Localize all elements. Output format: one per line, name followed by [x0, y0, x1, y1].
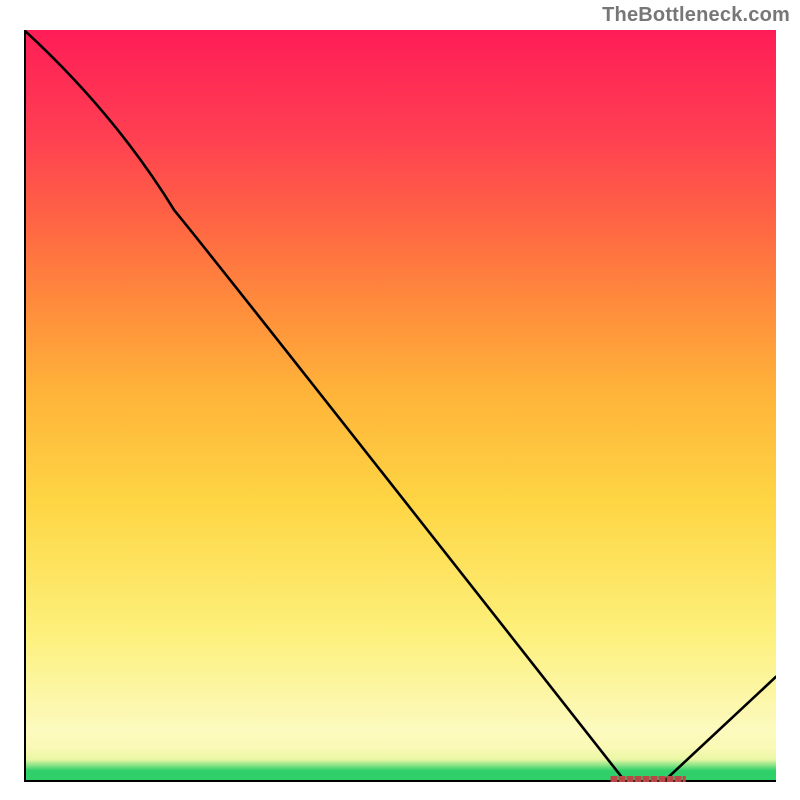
- plot-gradient-background: [24, 30, 776, 782]
- y-axis-line: [24, 30, 26, 782]
- x-axis-line: [24, 780, 776, 782]
- chart-container: TheBottleneck.com: [0, 0, 800, 800]
- attribution-label: TheBottleneck.com: [602, 4, 790, 27]
